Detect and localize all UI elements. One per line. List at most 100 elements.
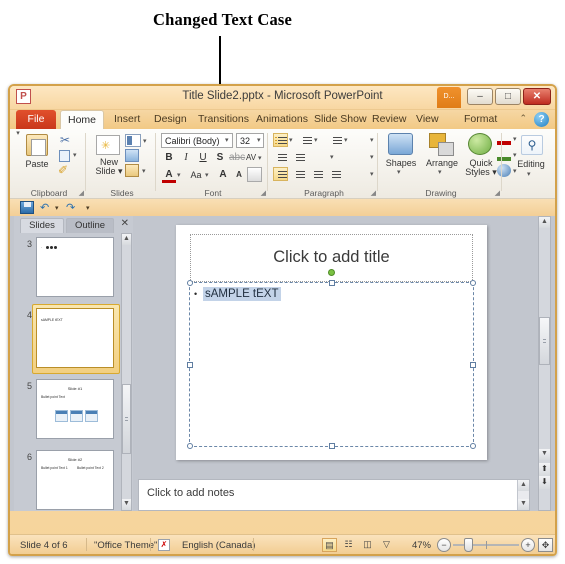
tab-review[interactable]: Review — [366, 110, 408, 129]
view-normal-button[interactable]: ▤ — [322, 538, 337, 552]
font-size-dropdown-arrow-icon[interactable]: ▾ — [257, 136, 261, 144]
shapes-icon[interactable] — [388, 133, 413, 155]
bullets-dropdown-arrow-icon[interactable]: ▾ — [289, 136, 293, 144]
decrease-indent-button[interactable] — [273, 150, 288, 164]
scrollbar-thumb[interactable] — [539, 317, 550, 365]
text-direction-dropdown-arrow-icon[interactable]: ▾ — [370, 136, 374, 144]
view-reading-button[interactable]: ◫ — [360, 538, 375, 552]
resize-handle-top-left[interactable] — [187, 280, 193, 286]
title-placeholder-text[interactable]: Click to add title — [191, 248, 472, 267]
numbering-button[interactable] — [298, 133, 313, 147]
text-direction-button[interactable] — [354, 133, 369, 147]
columns-button[interactable] — [314, 150, 329, 164]
paste-dropdown-arrow-icon[interactable]: ▾ — [12, 129, 24, 137]
underline-button[interactable]: U — [196, 151, 210, 165]
section-dropdown-arrow-icon[interactable]: ▾ — [142, 167, 146, 175]
tab-home[interactable]: Home — [60, 110, 104, 129]
resize-handle-bottom-right[interactable] — [470, 443, 476, 449]
minimize-ribbon-icon[interactable]: ⌃ — [519, 113, 527, 124]
clipboard-dialog-launcher[interactable]: ◢ — [79, 189, 84, 197]
change-case-dropdown-arrow-icon[interactable]: ▾ — [205, 171, 209, 179]
customize-qat-arrow-icon[interactable]: ▾ — [86, 204, 90, 212]
thumbnail-item-6[interactable]: 6 Slide #2 Bullet point Text 1 Bullet po… — [16, 446, 122, 511]
close-pane-icon[interactable]: ✕ — [121, 218, 129, 229]
selected-body-text[interactable]: sAMPLE tEXT — [203, 287, 281, 301]
resize-handle-top-right[interactable] — [470, 280, 476, 286]
spellcheck-icon[interactable]: ✗ — [158, 539, 170, 551]
tab-design[interactable]: Design — [148, 110, 190, 129]
paste-icon[interactable] — [26, 134, 48, 156]
zoom-in-button[interactable]: + — [521, 538, 535, 552]
align-text-dropdown-arrow-icon[interactable]: ▾ — [370, 153, 374, 161]
increase-indent-button[interactable] — [291, 150, 306, 164]
notes-pane[interactable]: Click to add notes ▲ ▼ — [138, 479, 530, 511]
character-spacing-button[interactable]: AV — [244, 151, 258, 165]
undo-dropdown-arrow-icon[interactable]: ▾ — [55, 204, 59, 212]
zoom-level-label[interactable]: 47% — [412, 540, 431, 551]
theme-status[interactable]: "Office Theme" — [94, 540, 157, 551]
resize-handle-bottom-left[interactable] — [187, 443, 193, 449]
numbering-dropdown-arrow-icon[interactable]: ▾ — [314, 136, 318, 144]
font-name-dropdown-arrow-icon[interactable]: ▾ — [225, 136, 229, 144]
italic-button[interactable]: I — [179, 151, 193, 165]
paragraph-dialog-launcher[interactable]: ◢ — [371, 189, 376, 197]
columns-dropdown-arrow-icon[interactable]: ▾ — [330, 153, 334, 161]
tab-slide-show[interactable]: Slide Show — [308, 110, 367, 129]
resize-handle-top-center[interactable] — [328, 280, 335, 286]
thumbnail-scroll-down-button[interactable]: ▼ — [122, 499, 131, 510]
drawing-dialog-launcher[interactable]: ◢ — [495, 189, 500, 197]
line-spacing-dropdown-arrow-icon[interactable]: ▾ — [344, 136, 348, 144]
character-spacing-dropdown-arrow-icon[interactable]: ▾ — [258, 154, 262, 162]
view-slide-sorter-button[interactable]: ☷ — [341, 538, 356, 552]
next-slide-button[interactable]: ⬇ — [539, 476, 550, 489]
arrange-icon[interactable] — [429, 133, 454, 156]
tab-transitions[interactable]: Transitions — [192, 110, 249, 129]
reset-icon[interactable] — [125, 149, 139, 162]
view-slideshow-button[interactable]: ▽ — [379, 538, 394, 552]
tab-view[interactable]: View — [410, 110, 444, 129]
zoom-slider-handle[interactable] — [464, 538, 473, 552]
language-status[interactable]: English (Canada) — [182, 540, 255, 551]
zoom-out-button[interactable]: − — [437, 538, 451, 552]
notes-scrollbar[interactable]: ▲ ▼ — [517, 480, 529, 510]
fit-slide-to-window-button[interactable]: ✥ — [538, 538, 553, 552]
editing-dropdown-arrow-icon[interactable]: ▾ — [527, 170, 531, 178]
copy-icon[interactable] — [58, 149, 72, 162]
bullets-button[interactable] — [273, 133, 288, 147]
notes-placeholder-text[interactable]: Click to add notes — [147, 487, 234, 499]
convert-to-smartart-button[interactable] — [354, 167, 369, 181]
arrange-button-label[interactable]: Arrange — [422, 158, 462, 168]
font-color-dropdown-arrow-icon[interactable]: ▾ — [177, 171, 181, 179]
help-icon[interactable]: ? — [534, 112, 549, 127]
slide-editing-surface[interactable]: Click to add title • sAMPLE tEXT — [138, 216, 530, 478]
slide-count-status[interactable]: Slide 4 of 6 — [20, 540, 68, 551]
tab-slides-thumbnails[interactable]: Slides — [20, 218, 64, 233]
main-vertical-scrollbar[interactable]: ▲ ▼ ⬆ ⬇ — [538, 216, 551, 511]
font-name-input[interactable]: Calibri (Body) — [161, 133, 233, 148]
scroll-up-button[interactable]: ▲ — [539, 217, 550, 228]
tab-format[interactable]: Format — [458, 110, 502, 129]
thumbnail-item-4[interactable]: 4 sAMPLE tEXT — [16, 304, 122, 375]
new-slide-label-line2[interactable]: Slide ▾ — [90, 166, 128, 177]
resize-handle-bottom-center[interactable] — [328, 443, 335, 449]
editing-button-label[interactable]: Editing — [509, 159, 553, 169]
close-button[interactable]: ✕ — [523, 88, 551, 105]
thumbnail-scrollbar-thumb[interactable] — [122, 384, 131, 454]
smartart-dropdown-arrow-icon[interactable]: ▾ — [370, 170, 374, 178]
change-case-button[interactable]: Aa — [186, 168, 206, 182]
shapes-button-label[interactable]: Shapes — [381, 158, 421, 168]
shapes-dropdown-arrow-icon[interactable]: ▾ — [397, 168, 401, 176]
notes-scroll-up-button[interactable]: ▲ — [518, 480, 529, 491]
format-painter-icon[interactable]: ✐ — [58, 164, 72, 177]
section-icon[interactable] — [125, 164, 139, 177]
shrink-font-button[interactable]: A — [232, 168, 246, 182]
drawing-tools-contextual-tab[interactable]: D... — [437, 87, 461, 108]
slide-canvas[interactable]: Click to add title • sAMPLE tEXT — [176, 225, 487, 460]
save-icon[interactable] — [20, 201, 34, 214]
resize-handle-middle-right[interactable] — [470, 361, 476, 368]
thumbnail-scrollbar[interactable]: ▲ ▼ — [121, 233, 132, 511]
align-left-button[interactable] — [273, 167, 288, 181]
paste-button-label[interactable]: Paste — [18, 159, 56, 169]
thumbnail-list[interactable]: 3 · 4 sAMPLE tEXT 5 Slide #1 Bullet poin… — [16, 233, 122, 511]
clear-formatting-icon[interactable] — [247, 167, 262, 182]
